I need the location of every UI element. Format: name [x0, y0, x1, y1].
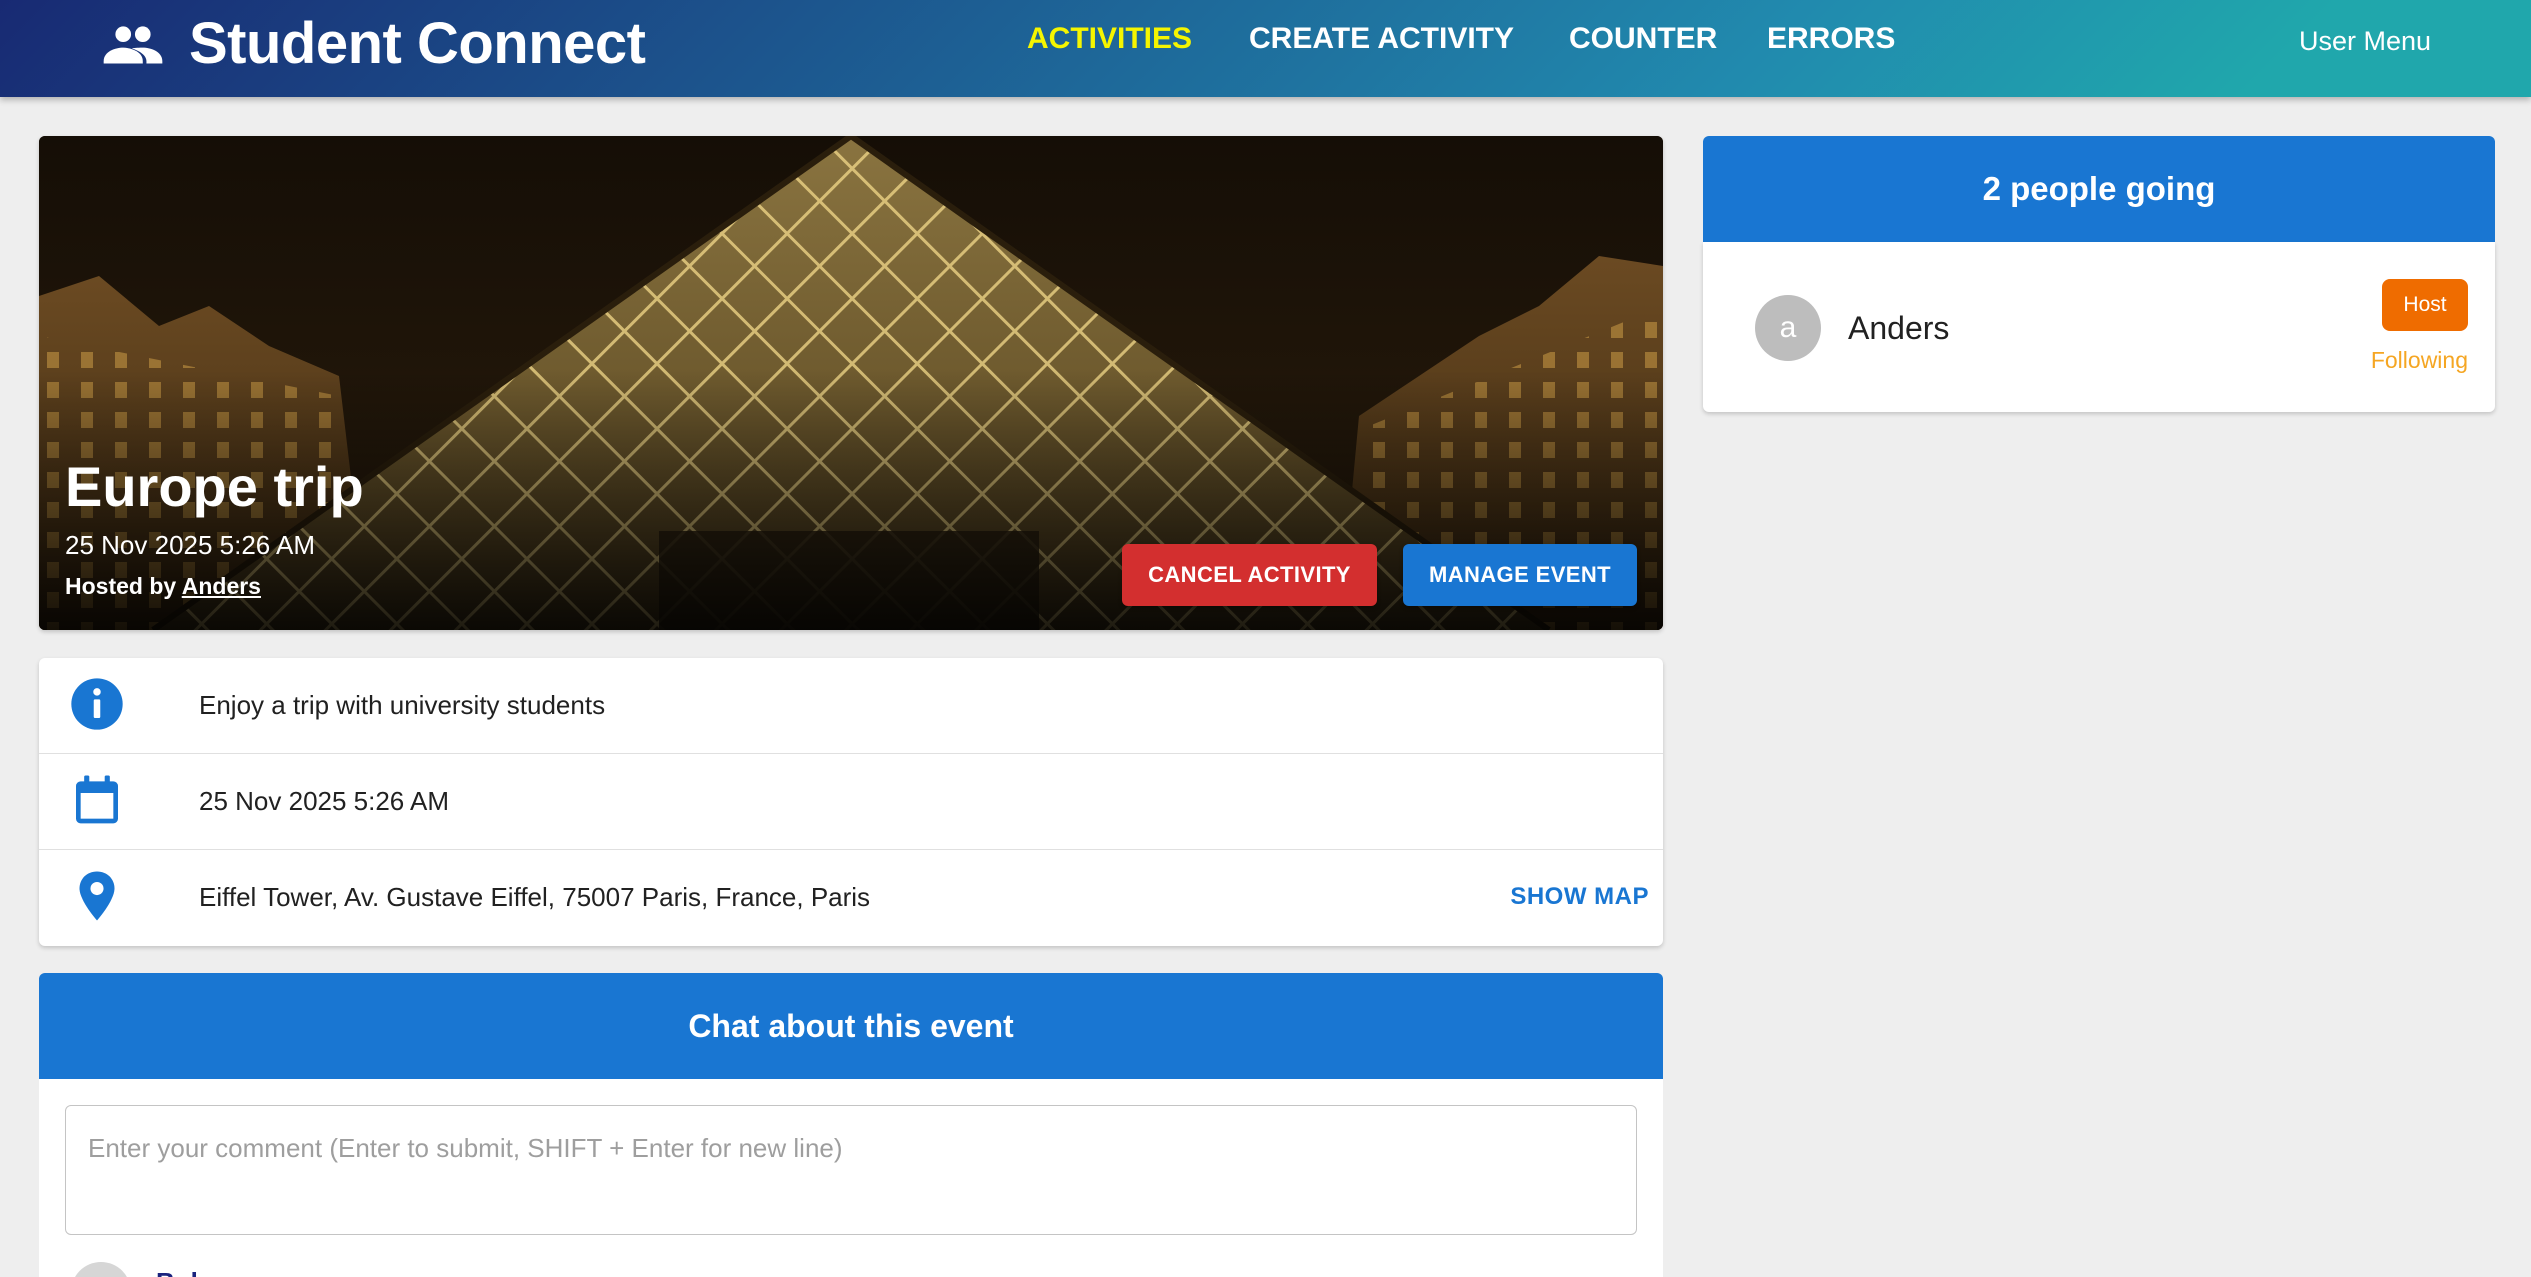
description-text: Enjoy a trip with university students [199, 690, 606, 720]
date-row: 25 Nov 2025 5:26 AM [39, 754, 1663, 850]
activity-header-card: Europe trip 25 Nov 2025 5:26 AM Hosted b… [39, 136, 1663, 630]
nav-create-activity[interactable]: CREATE ACTIVITY [1249, 22, 1514, 56]
attendees-list: a Anders Host Following [1703, 242, 2495, 412]
attendee-name: Anders [1848, 310, 1950, 346]
hosted-by-label: Hosted by [65, 573, 177, 599]
comment-input[interactable] [65, 1105, 1637, 1235]
following-status: Following [2370, 347, 2468, 373]
user-menu-button[interactable]: User Menu [2299, 26, 2431, 57]
app-title: Student Connect [189, 11, 646, 76]
host-link[interactable]: Anders [182, 573, 261, 599]
venue-text: Eiffel Tower, Av. Gustave Eiffel, 75007 … [199, 882, 871, 912]
chat-header: Chat about this event [39, 973, 1663, 1079]
comment-avatar [71, 1262, 131, 1277]
activity-title: Europe trip [65, 455, 364, 518]
host-badge: Host [2382, 279, 2468, 331]
description-row: Enjoy a trip with university students [39, 658, 1663, 754]
avatar: a [1755, 295, 1821, 361]
venue-row: Eiffel Tower, Av. Gustave Eiffel, 75007 … [39, 850, 1663, 946]
manage-event-button[interactable]: MANAGE EVENT [1403, 544, 1637, 606]
calendar-icon [76, 775, 118, 824]
activity-date: 25 Nov 2025 5:26 AM [65, 530, 316, 560]
cancel-activity-button[interactable]: CANCEL ACTIVITY [1122, 544, 1377, 606]
show-map-button[interactable]: SHOW MAP [1510, 883, 1649, 911]
attendees-header: 2 people going [1703, 136, 2495, 242]
activity-host: Hosted by Anders [65, 573, 261, 600]
app-bar: Student Connect ACTIVITIES CREATE ACTIVI… [0, 0, 2531, 97]
date-text: 25 Nov 2025 5:26 AM [199, 786, 450, 816]
activity-details-card: Enjoy a trip with university students 25… [39, 658, 1663, 946]
brand[interactable]: Student Connect [103, 0, 646, 87]
comment-author-link[interactable]: Bob [156, 1267, 207, 1277]
nav-counter[interactable]: COUNTER [1569, 22, 1717, 56]
people-icon [103, 25, 163, 64]
chat-panel: Bob [39, 1079, 1663, 1277]
location-pin-icon [79, 871, 115, 921]
nav-activities[interactable]: ACTIVITIES [1027, 22, 1192, 56]
nav-errors[interactable]: ERRORS [1767, 22, 1895, 56]
info-icon [71, 678, 123, 730]
